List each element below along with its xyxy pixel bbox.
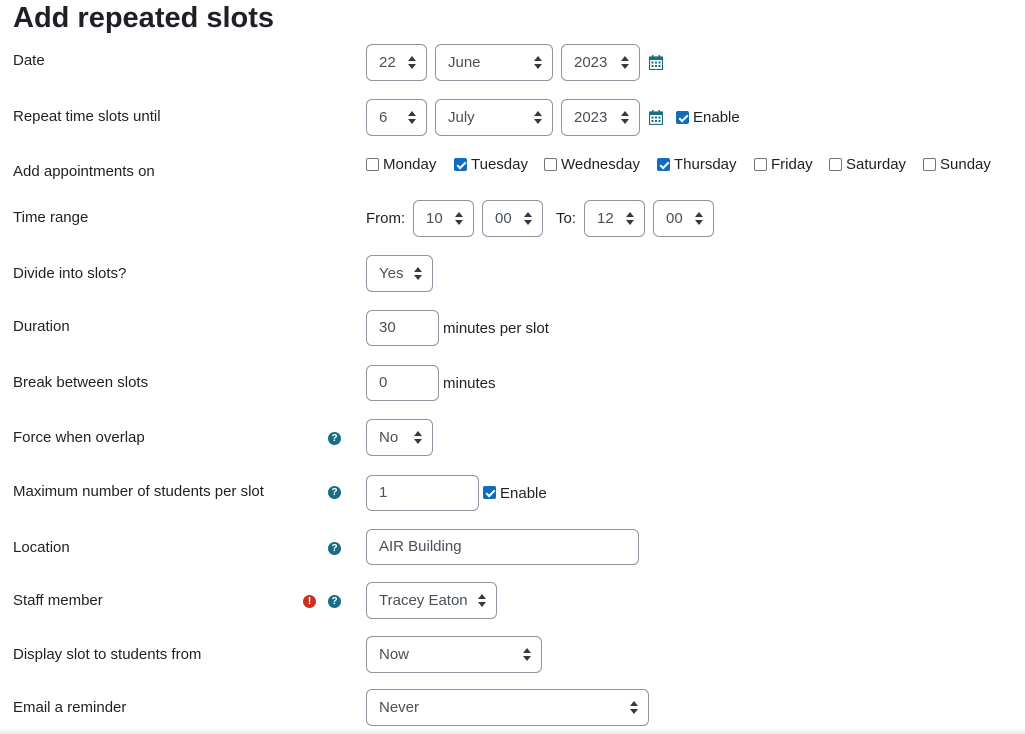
date-label: Date bbox=[13, 52, 45, 69]
add-on-label: Add appointments on bbox=[13, 163, 155, 180]
date-month-select[interactable]: June bbox=[435, 44, 553, 81]
break-input[interactable]: 0 bbox=[366, 365, 439, 401]
select-arrow-icon bbox=[534, 56, 542, 69]
force-label: Force when overlap bbox=[13, 429, 145, 446]
select-arrow-icon bbox=[524, 212, 532, 225]
friday-label: Friday bbox=[771, 156, 813, 173]
tuesday-checkbox[interactable] bbox=[454, 158, 467, 171]
break-suffix: minutes bbox=[443, 375, 496, 392]
saturday-checkbox[interactable] bbox=[829, 158, 842, 171]
staff-select[interactable]: Tracey Eaton bbox=[366, 582, 497, 619]
required-icon: ! bbox=[303, 595, 316, 608]
select-arrow-icon bbox=[414, 431, 422, 444]
location-label: Location bbox=[13, 539, 70, 556]
tuesday-label: Tuesday bbox=[471, 156, 528, 173]
select-arrow-icon bbox=[408, 56, 416, 69]
select-arrow-icon bbox=[414, 267, 422, 280]
select-arrow-icon bbox=[478, 594, 486, 607]
help-icon[interactable]: ? bbox=[328, 486, 341, 499]
duration-suffix: minutes per slot bbox=[443, 320, 549, 337]
calendar-icon[interactable] bbox=[649, 55, 663, 70]
email-reminder-label: Email a reminder bbox=[13, 699, 127, 716]
select-arrow-icon bbox=[523, 648, 531, 661]
divide-select[interactable]: Yes bbox=[366, 255, 433, 292]
monday-label: Monday bbox=[383, 156, 437, 173]
help-icon[interactable]: ? bbox=[328, 542, 341, 555]
repeat-day-select[interactable]: 6 bbox=[366, 99, 427, 136]
wednesday-label: Wednesday bbox=[561, 156, 640, 173]
break-label: Break between slots bbox=[13, 374, 149, 391]
scroll-fade bbox=[0, 728, 1025, 734]
sunday-checkbox[interactable] bbox=[923, 158, 936, 171]
help-icon[interactable]: ? bbox=[328, 595, 341, 608]
thursday-checkbox[interactable] bbox=[657, 158, 670, 171]
force-select[interactable]: No bbox=[366, 419, 433, 456]
help-icon[interactable]: ? bbox=[328, 432, 341, 445]
select-arrow-icon bbox=[621, 56, 629, 69]
select-arrow-icon bbox=[626, 212, 634, 225]
display-from-select[interactable]: Now bbox=[366, 636, 542, 673]
from-minute-select[interactable]: 00 bbox=[482, 200, 543, 237]
calendar-icon[interactable] bbox=[649, 110, 663, 125]
select-arrow-icon bbox=[408, 111, 416, 124]
select-arrow-icon bbox=[695, 212, 703, 225]
max-students-enable-checkbox[interactable] bbox=[483, 486, 496, 499]
max-students-enable-label: Enable bbox=[500, 485, 547, 502]
max-students-input[interactable]: 1 bbox=[366, 475, 479, 511]
date-day-select[interactable]: 22 bbox=[366, 44, 427, 81]
friday-checkbox[interactable] bbox=[754, 158, 767, 171]
to-label: To: bbox=[556, 210, 577, 227]
select-arrow-icon bbox=[534, 111, 542, 124]
time-range-label: Time range bbox=[13, 209, 89, 226]
select-arrow-icon bbox=[630, 701, 638, 714]
wednesday-checkbox[interactable] bbox=[544, 158, 557, 171]
repeat-enable-label: Enable bbox=[693, 109, 740, 126]
to-hour-select[interactable]: 12 bbox=[584, 200, 645, 237]
from-label: From: bbox=[366, 210, 406, 227]
saturday-label: Saturday bbox=[846, 156, 907, 173]
email-reminder-select[interactable]: Never bbox=[366, 689, 649, 726]
repeat-year-select[interactable]: 2023 bbox=[561, 99, 640, 136]
display-from-label: Display slot to students from bbox=[13, 646, 202, 663]
repeat-month-select[interactable]: July bbox=[435, 99, 553, 136]
duration-input[interactable]: 30 bbox=[366, 310, 439, 346]
repeat-enable-checkbox[interactable] bbox=[676, 111, 689, 124]
page-title: Add repeated slots bbox=[13, 2, 275, 34]
duration-label: Duration bbox=[13, 318, 70, 335]
divide-label: Divide into slots? bbox=[13, 265, 127, 282]
monday-checkbox[interactable] bbox=[366, 158, 379, 171]
date-year-select[interactable]: 2023 bbox=[561, 44, 640, 81]
from-hour-select[interactable]: 10 bbox=[413, 200, 474, 237]
select-arrow-icon bbox=[455, 212, 463, 225]
max-students-label: Maximum number of students per slot bbox=[13, 483, 264, 500]
select-arrow-icon bbox=[621, 111, 629, 124]
sunday-label: Sunday bbox=[940, 156, 991, 173]
to-minute-select[interactable]: 00 bbox=[653, 200, 714, 237]
location-input[interactable]: AIR Building bbox=[366, 529, 639, 565]
thursday-label: Thursday bbox=[674, 156, 737, 173]
staff-label: Staff member bbox=[13, 592, 103, 609]
repeat-until-label: Repeat time slots until bbox=[13, 108, 161, 125]
